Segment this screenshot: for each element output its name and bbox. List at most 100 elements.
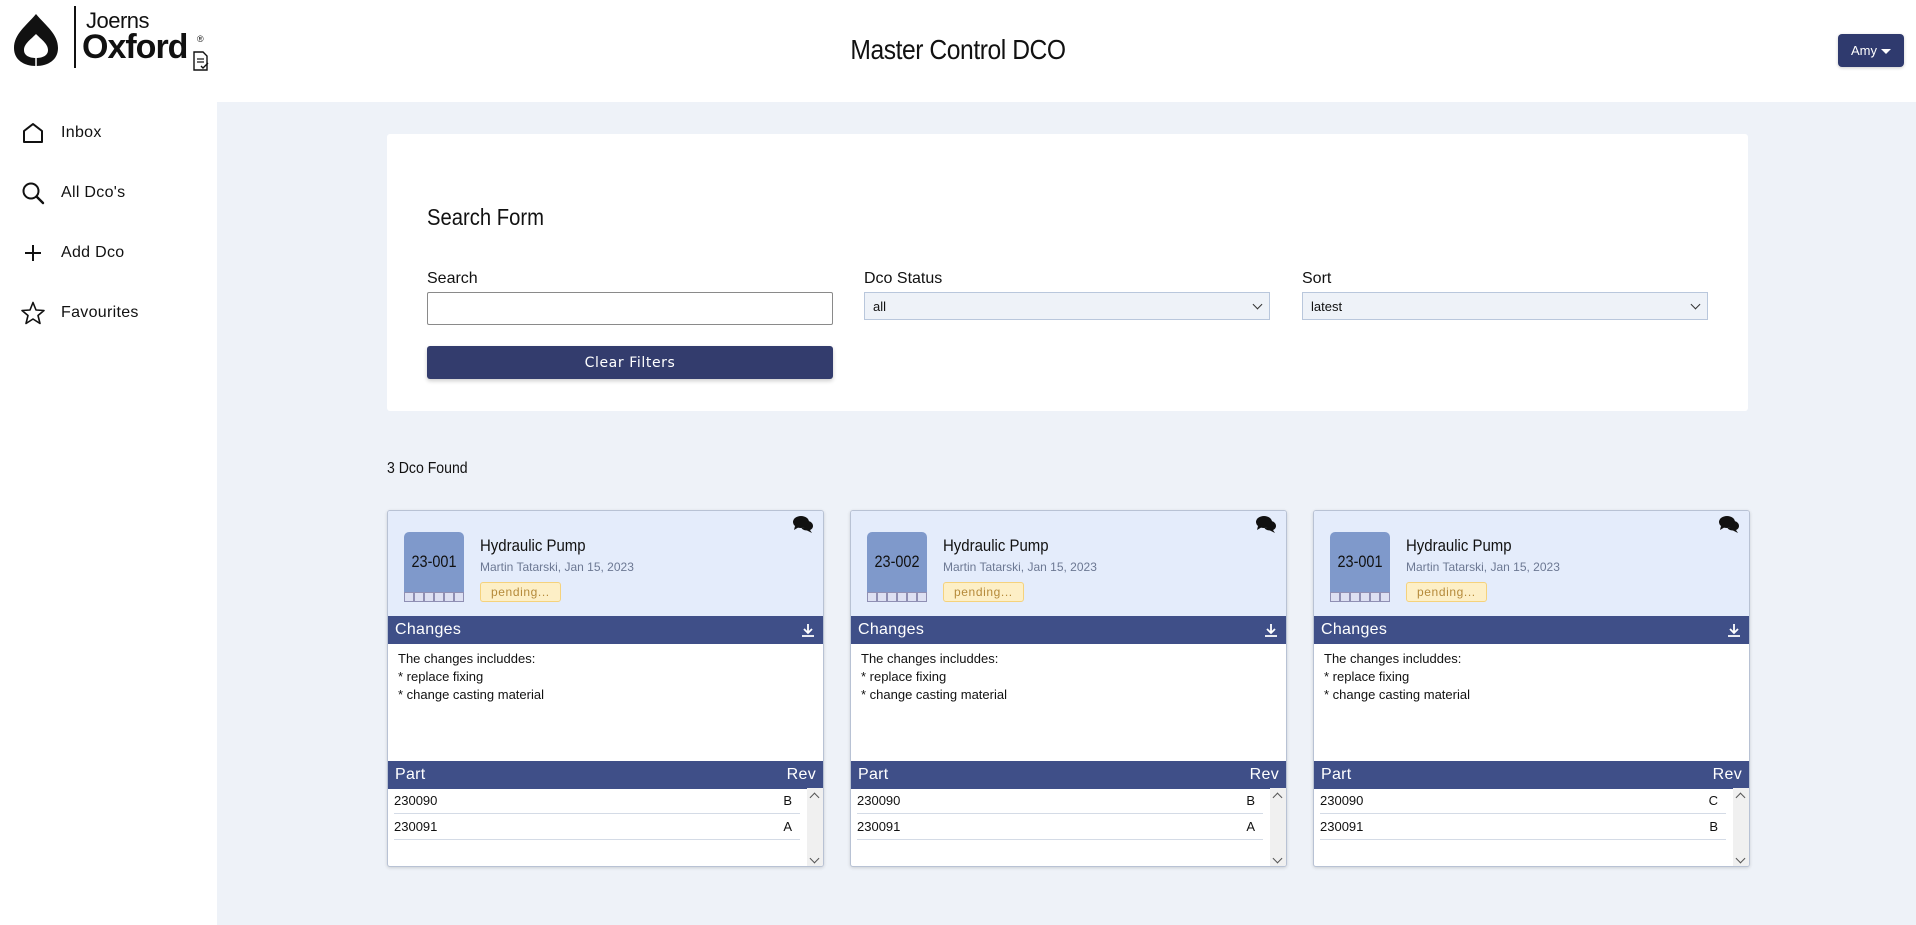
scroll-up-icon[interactable] (1735, 792, 1746, 803)
part-row[interactable]: 230090 C (1320, 788, 1726, 814)
status-badge: pending... (1406, 582, 1487, 602)
approval-step (907, 592, 917, 602)
part-row[interactable]: 230091 A (857, 814, 1263, 840)
dco-title[interactable]: Hydraulic Pump (480, 536, 586, 556)
parts-table-header: Part Rev (851, 761, 1286, 789)
changes-label: Changes (858, 621, 925, 638)
sort-label: Sort (1302, 270, 1332, 287)
home-icon (23, 123, 43, 143)
header: Joerns Oxford ® Master Control DCO Amy (0, 0, 1916, 102)
approval-step (1370, 592, 1380, 602)
status-badge: pending... (480, 582, 561, 602)
part-number: 230090 (857, 793, 901, 808)
part-column-header: Part (1321, 766, 1352, 783)
sidebar-item-all-dcos[interactable]: All Dco's (20, 178, 125, 208)
sort-select[interactable]: latest (1302, 292, 1708, 320)
dco-number: 23-002 (874, 552, 920, 571)
approval-steps (1330, 592, 1390, 602)
approval-step (877, 592, 887, 602)
status-badge: pending... (943, 582, 1024, 602)
dco-author-date: Martin Tatarski, Jan 15, 2023 (943, 560, 1097, 574)
part-rev: A (783, 819, 792, 834)
scroll-down-icon[interactable] (1735, 853, 1746, 864)
part-column-header: Part (395, 766, 426, 783)
part-row[interactable]: 230091 A (394, 814, 800, 840)
sidebar-item-label: Favourites (61, 304, 139, 321)
parts-list: 230090 B 230091 A (388, 788, 823, 866)
dco-title[interactable]: Hydraulic Pump (943, 536, 1049, 556)
leaf-logo-icon (14, 14, 58, 67)
approval-step (897, 592, 907, 602)
scroll-down-icon[interactable] (809, 853, 820, 864)
dco-card-header: 23-001 Hydraulic Pump Martin Tatarski, J… (1314, 511, 1749, 616)
page-title: Master Control DCO (850, 34, 1066, 65)
user-name: Amy (1851, 43, 1877, 58)
part-rev: C (1708, 793, 1718, 808)
comments-icon[interactable] (792, 515, 814, 533)
scroll-down-icon[interactable] (1272, 853, 1283, 864)
comments-icon[interactable] (1255, 515, 1277, 533)
changes-section-header: Changes (851, 616, 1286, 644)
search-input[interactable] (427, 292, 833, 325)
search-form-title: Search Form (427, 204, 544, 230)
approval-step (917, 592, 927, 602)
dco-status-value: all (873, 298, 887, 314)
caret-down-icon (1881, 48, 1891, 54)
sidebar-item-add-dco[interactable]: Add Dco (20, 238, 124, 268)
parts-table-header: Part Rev (388, 761, 823, 789)
main-content: Search Form Search Dco Status all Sort l… (217, 102, 1916, 925)
dco-number-badge: 23-002 (867, 532, 927, 602)
logo-divider (74, 6, 76, 68)
approval-step (424, 592, 434, 602)
dco-status-select[interactable]: all (864, 292, 1270, 320)
dco-card[interactable]: 23-002 Hydraulic Pump Martin Tatarski, J… (850, 510, 1287, 867)
changes-label: Changes (1321, 621, 1388, 638)
part-column-header: Part (858, 766, 889, 783)
part-row[interactable]: 230090 B (857, 788, 1263, 814)
dco-card[interactable]: 23-001 Hydraulic Pump Martin Tatarski, J… (1313, 510, 1750, 867)
sidebar-item-favourites[interactable]: Favourites (20, 298, 139, 328)
parts-list: 230090 C 230091 B (1314, 788, 1749, 866)
part-rev: A (1246, 819, 1255, 834)
sidebar-item-inbox[interactable]: Inbox (20, 118, 102, 148)
changes-description: The changes includdes: * replace fixing … (1324, 651, 1470, 702)
download-icon[interactable] (800, 622, 816, 638)
user-menu-button[interactable]: Amy (1838, 34, 1904, 67)
sidebar-item-label: All Dco's (61, 184, 126, 201)
scroll-up-icon[interactable] (809, 792, 820, 803)
changes-label: Changes (395, 621, 462, 638)
approval-step (1340, 592, 1350, 602)
dco-title[interactable]: Hydraulic Pump (1406, 536, 1512, 556)
search-form-card: Search Form Search Dco Status all Sort l… (387, 134, 1748, 411)
part-number: 230090 (1320, 793, 1364, 808)
comments-icon[interactable] (1718, 515, 1740, 533)
dco-card-header: 23-001 Hydraulic Pump Martin Tatarski, J… (388, 511, 823, 616)
approval-steps (404, 592, 464, 602)
dco-number: 23-001 (411, 552, 457, 571)
approval-step (887, 592, 897, 602)
changes-section-header: Changes (388, 616, 823, 644)
part-rev: B (783, 793, 792, 808)
dco-number-badge: 23-001 (1330, 532, 1390, 602)
part-number: 230091 (394, 819, 438, 834)
approval-step (1380, 592, 1390, 602)
scroll-up-icon[interactable] (1272, 792, 1283, 803)
part-rev: B (1709, 819, 1718, 834)
part-row[interactable]: 230091 B (1320, 814, 1726, 840)
changes-section-header: Changes (1314, 616, 1749, 644)
download-icon[interactable] (1726, 622, 1742, 638)
rev-column-header: Rev (1249, 766, 1279, 783)
approval-steps (867, 592, 927, 602)
sidebar-item-label: Add Dco (61, 244, 125, 261)
approval-step (414, 592, 424, 602)
download-icon[interactable] (1263, 622, 1279, 638)
dco-author-date: Martin Tatarski, Jan 15, 2023 (1406, 560, 1560, 574)
clear-filters-button[interactable]: Clear Filters (427, 346, 833, 379)
parts-scrollbar[interactable] (1733, 788, 1749, 866)
dco-card[interactable]: 23-001 Hydraulic Pump Martin Tatarski, J… (387, 510, 824, 867)
parts-scrollbar[interactable] (807, 788, 823, 866)
approval-step (434, 592, 444, 602)
part-row[interactable]: 230090 B (394, 788, 800, 814)
changes-description: The changes includdes: * replace fixing … (861, 651, 1007, 702)
parts-scrollbar[interactable] (1270, 788, 1286, 866)
